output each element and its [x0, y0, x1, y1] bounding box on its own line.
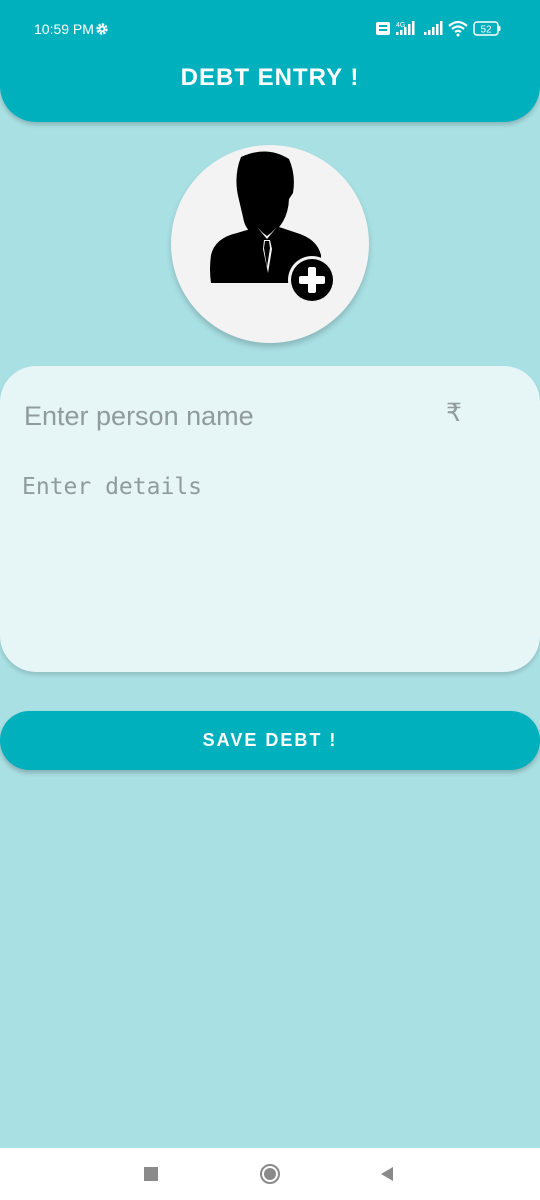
battery-level: 52 — [480, 25, 492, 36]
battery-icon: 52 — [473, 21, 501, 36]
gear-icon — [96, 23, 108, 35]
navigation-bar — [0, 1148, 540, 1200]
status-icons: 4G 52 — [376, 20, 501, 37]
circle-icon[interactable] — [258, 1162, 282, 1186]
app-header: 10:59 PM 4G 52 DEBT ENTRY ! — [0, 0, 540, 122]
person-name-input[interactable] — [24, 394, 434, 438]
signal-4g-icon: 4G — [396, 21, 415, 35]
details-input[interactable] — [22, 474, 512, 644]
triangle-back-icon[interactable] — [376, 1162, 400, 1186]
page-title: DEBT ENTRY ! — [180, 64, 360, 91]
status-time: 10:59 PM — [34, 21, 94, 37]
rupee-icon[interactable]: ₹ — [446, 398, 462, 427]
svg-text:4G: 4G — [396, 22, 405, 29]
debt-form-card: ₹ — [0, 366, 540, 672]
wifi-icon — [448, 20, 468, 37]
signal-icon — [424, 21, 443, 35]
square-icon[interactable] — [139, 1162, 163, 1186]
save-debt-button[interactable]: SAVE DEBT ! — [0, 711, 540, 770]
status-bar: 10:59 PM 4G 52 — [0, 0, 540, 58]
volte-icon — [376, 22, 390, 35]
debt-entry-screen: 10:59 PM 4G 52 DEBT ENTRY ! Enter person… — [0, 0, 540, 1200]
add-person-icon — [210, 151, 336, 304]
avatar-add-person[interactable] — [171, 145, 369, 343]
